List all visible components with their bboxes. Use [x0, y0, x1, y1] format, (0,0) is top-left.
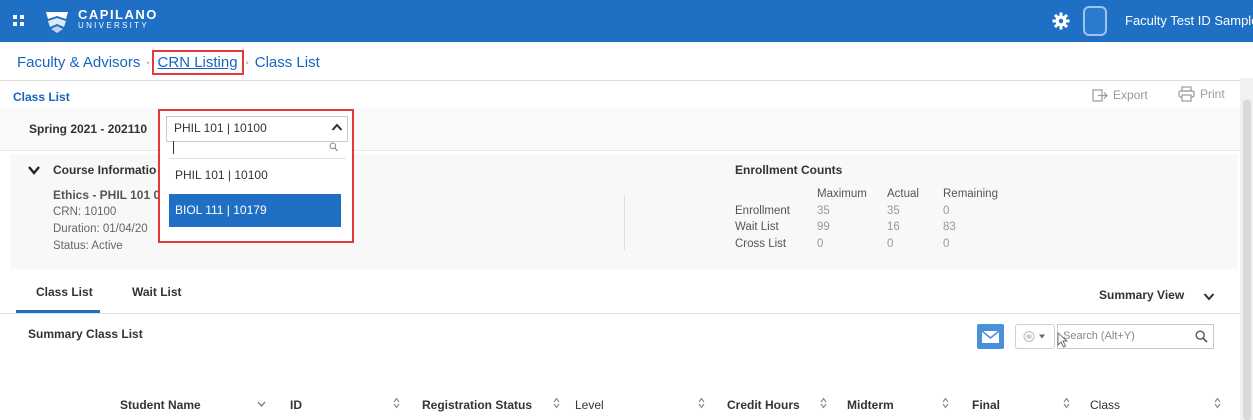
dropdown-search-input[interactable]	[171, 140, 347, 155]
breadcrumb-crn-listing[interactable]: CRN Listing	[151, 49, 244, 75]
status-value: Active	[91, 240, 123, 252]
cell-actual: 35	[887, 204, 900, 217]
cell-remaining: 0	[943, 237, 950, 250]
export-icon	[1092, 88, 1108, 102]
logo-line-1: CAPILANO	[78, 7, 158, 22]
col-level[interactable]: Level	[575, 398, 604, 412]
duration-label: Duration:	[53, 223, 100, 235]
enrollment-header-blank	[735, 186, 817, 203]
enrollment-col-remaining: Remaining	[943, 188, 998, 201]
cell-actual: 16	[887, 221, 900, 234]
course-status: Status: Active	[53, 240, 123, 252]
col-credit-hours[interactable]: Credit Hours	[727, 398, 800, 412]
status-label: Status:	[53, 240, 89, 252]
col-student-name[interactable]: Student Name	[120, 398, 201, 412]
col-id[interactable]: ID	[290, 398, 302, 412]
cell-remaining: 83	[943, 221, 956, 234]
sort-icon[interactable]	[820, 397, 827, 409]
user-name[interactable]: Faculty Test ID Sample	[1125, 13, 1253, 28]
enrollment-title: Enrollment Counts	[735, 163, 843, 177]
col-midterm[interactable]: Midterm	[847, 398, 894, 412]
enrollment-table: Maximum Actual Remaining Enrollment 35 3…	[735, 186, 998, 252]
search-icon	[329, 142, 338, 152]
table-row: Cross List 0 0 0	[735, 236, 998, 253]
scrollbar-thumb[interactable]	[1243, 100, 1251, 420]
table-row: Enrollment 35 35 0	[735, 203, 998, 220]
course-select-value: PHIL 101 | 10100	[174, 121, 267, 135]
sort-icon[interactable]	[942, 397, 949, 409]
row-label: Cross List	[735, 237, 787, 250]
filter-icon	[1023, 331, 1045, 342]
divider	[0, 313, 1240, 314]
university-logo-mark-icon	[46, 12, 68, 33]
tab-class-list[interactable]: Class List	[36, 285, 93, 299]
page-title: Class List	[13, 90, 70, 104]
breadcrumb: Faculty & Advisors • CRN Listing • Class…	[17, 49, 320, 75]
print-icon	[1178, 86, 1195, 102]
breadcrumb-separator: •	[146, 58, 150, 68]
enrollment-col-maximum: Maximum	[817, 188, 867, 201]
cell-maximum: 35	[817, 204, 830, 217]
course-info-title[interactable]: Course Informatio	[53, 163, 156, 177]
print-button[interactable]: Print	[1178, 86, 1225, 102]
sort-icon[interactable]	[1063, 397, 1070, 409]
summary-class-list-title: Summary Class List	[28, 327, 143, 341]
gear-icon[interactable]	[1052, 12, 1070, 30]
crn-label: CRN:	[53, 206, 82, 218]
text-caret	[173, 141, 174, 154]
cell-actual: 0	[887, 237, 894, 250]
row-label: Wait List	[735, 221, 779, 234]
course-crn: CRN: 10100	[53, 206, 116, 218]
cell-remaining: 0	[943, 204, 950, 217]
duration-value: 01/04/20	[102, 223, 148, 235]
col-class[interactable]: Class	[1090, 398, 1120, 412]
table-row: Wait List 99 16 83	[735, 219, 998, 236]
col-final[interactable]: Final	[972, 398, 1000, 412]
course-duration: Duration: 01/04/20	[53, 223, 148, 235]
enrollment-col-actual: Actual	[887, 188, 919, 201]
sort-icon[interactable]	[698, 397, 705, 409]
search-placeholder: Search (Alt+Y)	[1063, 330, 1135, 342]
breadcrumb-separator: •	[245, 58, 249, 68]
tab-wait-list[interactable]: Wait List	[132, 285, 182, 299]
filter-dropdown-button[interactable]	[1015, 324, 1055, 349]
breadcrumb-faculty-advisors[interactable]: Faculty & Advisors	[17, 54, 140, 71]
chevron-down-icon[interactable]	[257, 401, 266, 407]
logo-line-2: UNIVERSITY	[78, 21, 150, 30]
chevron-down-icon[interactable]	[1203, 292, 1215, 301]
top-bar: CAPILANO UNIVERSITY Faculty Test ID Samp…	[0, 0, 1253, 42]
print-label: Print	[1200, 87, 1225, 101]
chevron-up-icon[interactable]	[331, 123, 343, 132]
dropdown-option[interactable]: PHIL 101 | 10100	[169, 159, 341, 192]
grid-icon[interactable]	[13, 15, 25, 27]
export-button[interactable]: Export	[1092, 88, 1148, 102]
crn-value: 10100	[84, 206, 117, 218]
row-label: Enrollment	[735, 204, 790, 217]
mouse-cursor-icon	[1057, 332, 1069, 348]
cell-maximum: 0	[817, 237, 824, 250]
sort-icon[interactable]	[553, 397, 560, 409]
export-label: Export	[1113, 88, 1148, 102]
sort-icon[interactable]	[393, 397, 400, 409]
email-button[interactable]	[977, 324, 1004, 349]
avatar[interactable]	[1083, 6, 1107, 36]
summary-view-toggle[interactable]: Summary View	[1099, 288, 1184, 302]
enrollment-header-row: Maximum Actual Remaining	[735, 186, 998, 203]
dropdown-option-highlighted[interactable]: BIOL 111 | 10179	[169, 194, 341, 227]
envelope-icon	[981, 330, 1000, 343]
sort-icon[interactable]	[1214, 397, 1221, 409]
cell-maximum: 99	[817, 221, 830, 234]
term-label: Spring 2021 - 202110	[29, 122, 148, 136]
divider	[0, 80, 1253, 81]
search-icon[interactable]	[1195, 330, 1208, 343]
breadcrumb-class-list: Class List	[254, 53, 320, 71]
panel-divider	[624, 195, 625, 250]
chevron-down-icon[interactable]	[28, 165, 40, 175]
col-registration-status[interactable]: Registration Status	[422, 398, 532, 412]
course-name: Ethics - PHIL 101 01	[53, 188, 167, 202]
university-logo: CAPILANO UNIVERSITY	[78, 8, 158, 30]
